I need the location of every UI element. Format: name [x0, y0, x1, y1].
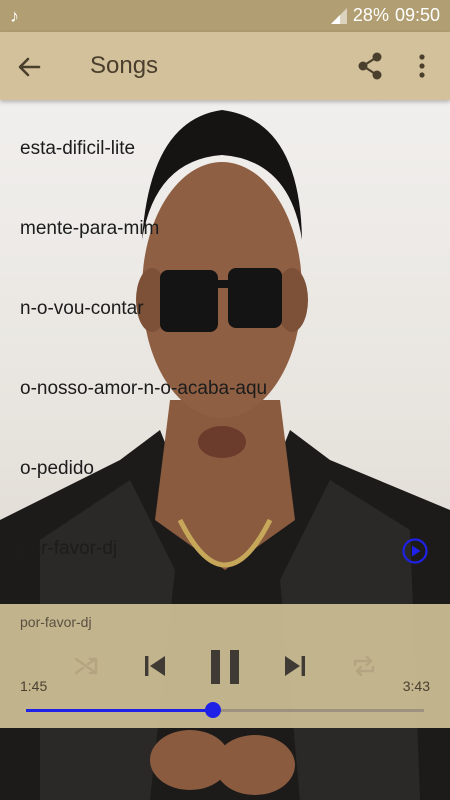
- song-title: o-pedido: [20, 458, 94, 479]
- song-list-item[interactable]: esta-dificil-lite: [0, 100, 450, 180]
- status-bar: ♪ 28% 09:50: [0, 0, 450, 32]
- skip-previous-icon[interactable]: [141, 652, 169, 680]
- shuffle-icon[interactable]: [72, 652, 100, 680]
- battery-percent: 28%: [352, 5, 389, 25]
- music-note-icon: ♪: [10, 6, 19, 26]
- seek-bar-thumb[interactable]: [205, 702, 222, 718]
- seek-bar-progress: [26, 709, 214, 712]
- song-title: n-o-vou-contar: [20, 298, 144, 319]
- page-title: Songs: [90, 52, 159, 79]
- song-list-item-playing[interactable]: por-favor-dj: [0, 500, 450, 580]
- song-list-item[interactable]: n-o-vou-contar: [0, 260, 450, 340]
- share-icon[interactable]: [355, 50, 385, 82]
- repeat-icon[interactable]: [350, 652, 378, 680]
- skip-next-icon[interactable]: [281, 652, 309, 680]
- status-right: 28% 09:50: [330, 5, 440, 26]
- seek-bar[interactable]: [26, 702, 424, 718]
- app-bar: Songs: [0, 32, 450, 100]
- song-list: esta-dificil-lite mente-para-mim n-o-vou…: [0, 100, 450, 580]
- back-arrow-icon[interactable]: [12, 50, 46, 84]
- elapsed-time: 1:45: [20, 678, 48, 694]
- clock: 09:50: [394, 5, 440, 25]
- song-title: o-nosso-amor-n-o-acaba-aqu: [20, 378, 268, 399]
- song-list-item[interactable]: o-pedido: [0, 420, 450, 500]
- more-vert-icon[interactable]: [411, 50, 433, 82]
- signal-icon: [330, 7, 347, 24]
- song-list-item[interactable]: mente-para-mim: [0, 180, 450, 260]
- now-playing-title: por-favor-dj: [20, 614, 92, 630]
- total-time: 3:43: [402, 678, 430, 694]
- song-list-item[interactable]: o-nosso-amor-n-o-acaba-aqu: [0, 340, 450, 420]
- song-title: mente-para-mim: [20, 218, 160, 239]
- play-circle-icon[interactable]: [402, 538, 428, 564]
- song-title: por-favor-dj: [20, 538, 118, 559]
- song-title: esta-dificil-lite: [20, 138, 136, 159]
- pause-icon[interactable]: [208, 648, 242, 686]
- player-panel: por-favor-dj 1:45 3:43: [0, 604, 450, 728]
